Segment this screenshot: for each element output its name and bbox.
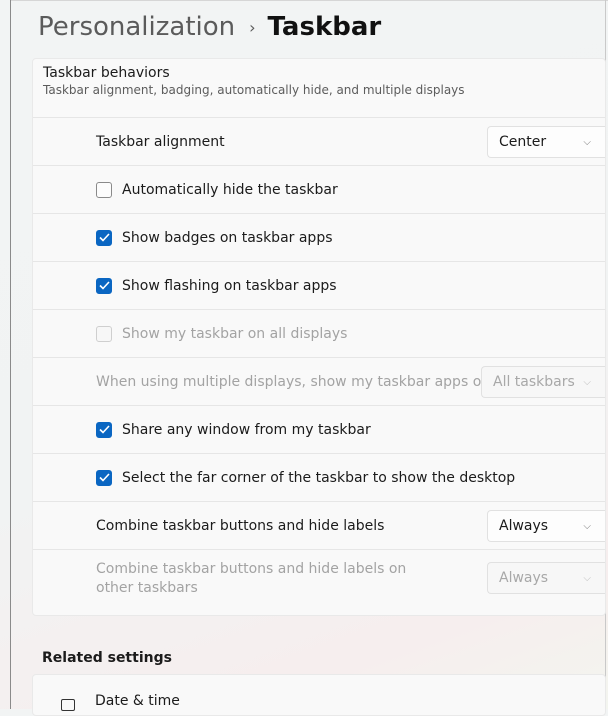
far-corner-row[interactable]: Select the far corner of the taskbar to … xyxy=(33,453,605,501)
badges-checkbox[interactable] xyxy=(96,229,112,246)
far-corner-checkbox[interactable] xyxy=(96,469,112,486)
breadcrumb-current: Taskbar xyxy=(267,12,382,42)
combine-row: Combine taskbar buttons and hide labels … xyxy=(33,501,605,549)
auto-hide-label: Automatically hide the taskbar xyxy=(122,181,338,198)
related-settings-title: Related settings xyxy=(42,650,172,666)
dropdown-value: Always xyxy=(499,570,549,586)
taskbar-alignment-dropdown[interactable]: Center ⌵ xyxy=(487,126,605,158)
combine-dropdown[interactable]: Always ⌵ xyxy=(487,510,605,542)
all-displays-checkbox xyxy=(96,325,112,342)
window-left-border xyxy=(10,0,11,709)
all-displays-row: Show my taskbar on all displays xyxy=(33,309,605,357)
taskbar-behaviors-header[interactable]: Taskbar behaviors Taskbar alignment, bad… xyxy=(33,59,605,109)
breadcrumb: Personalization › Taskbar xyxy=(38,12,381,42)
taskbar-alignment-row: Taskbar alignment Center ⌵ xyxy=(33,117,605,165)
all-displays-label: Show my taskbar on all displays xyxy=(122,325,348,342)
share-window-row[interactable]: Share any window from my taskbar xyxy=(33,405,605,453)
date-time-link[interactable]: Date & time xyxy=(32,674,606,716)
combine-other-row: Combine taskbar buttons and hide labels … xyxy=(33,549,605,607)
far-corner-label: Select the far corner of the taskbar to … xyxy=(122,469,516,486)
chevron-down-icon: ⌵ xyxy=(583,376,591,388)
multi-display-label: When using multiple displays, show my ta… xyxy=(96,373,491,390)
checkmark-icon xyxy=(98,281,110,290)
date-time-label: Date & time xyxy=(95,693,180,709)
flashing-label: Show flashing on taskbar apps xyxy=(122,277,337,294)
taskbar-behaviors-panel: Taskbar behaviors Taskbar alignment, bad… xyxy=(32,58,606,616)
flashing-row[interactable]: Show flashing on taskbar apps xyxy=(33,261,605,309)
breadcrumb-parent[interactable]: Personalization xyxy=(38,12,235,42)
calendar-icon xyxy=(61,699,75,711)
checkmark-icon xyxy=(98,473,110,482)
chevron-down-icon: ⌵ xyxy=(583,520,591,532)
auto-hide-checkbox[interactable] xyxy=(96,181,112,198)
window-top-border xyxy=(10,0,608,1)
group-subtitle: Taskbar alignment, badging, automaticall… xyxy=(43,83,465,97)
combine-label: Combine taskbar buttons and hide labels xyxy=(96,517,385,534)
combine-other-label: Combine taskbar buttons and hide labels … xyxy=(96,560,407,596)
dropdown-value: Center xyxy=(499,134,547,150)
dropdown-value: Always xyxy=(499,518,549,534)
chevron-down-icon: ⌵ xyxy=(583,572,591,584)
badges-row[interactable]: Show badges on taskbar apps xyxy=(33,213,605,261)
share-window-checkbox[interactable] xyxy=(96,421,112,438)
multi-display-row: When using multiple displays, show my ta… xyxy=(33,357,605,405)
chevron-down-icon: ⌵ xyxy=(583,136,591,148)
share-window-label: Share any window from my taskbar xyxy=(122,421,371,438)
flashing-checkbox[interactable] xyxy=(96,277,112,294)
dropdown-value: All taskbars xyxy=(493,374,575,390)
group-title: Taskbar behaviors xyxy=(43,65,170,81)
multi-display-dropdown: All taskbars ⌵ xyxy=(481,366,605,398)
checkmark-icon xyxy=(98,233,110,242)
breadcrumb-separator-icon: › xyxy=(249,17,256,37)
taskbar-alignment-label: Taskbar alignment xyxy=(96,133,225,150)
badges-label: Show badges on taskbar apps xyxy=(122,229,333,246)
checkmark-icon xyxy=(98,425,110,434)
combine-other-dropdown: Always ⌵ xyxy=(487,562,605,594)
auto-hide-row[interactable]: Automatically hide the taskbar xyxy=(33,165,605,213)
